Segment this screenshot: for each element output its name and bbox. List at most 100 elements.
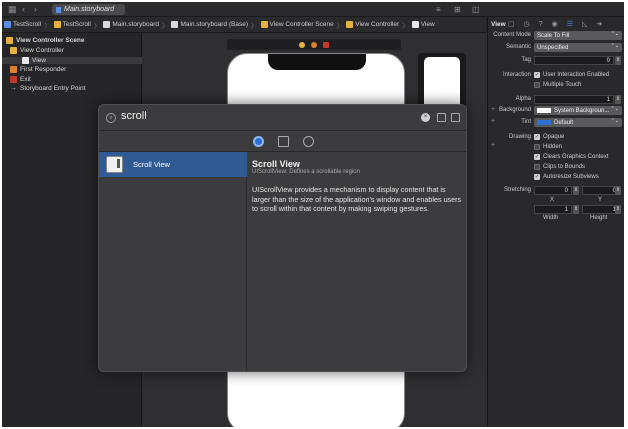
stretch-width-stepper[interactable]: ⇕ — [573, 205, 579, 214]
attributes-inspector-icon[interactable]: ☰ — [567, 20, 573, 28]
clears-graphics-checkbox[interactable]: ✓ Clears Graphics Context — [534, 154, 608, 160]
connections-inspector-icon[interactable]: ➜ — [596, 20, 602, 28]
objects-library-icon[interactable] — [253, 135, 264, 147]
exit-dock-icon[interactable] — [323, 41, 329, 48]
breadcrumb-label: View — [420, 21, 435, 28]
forward-icon[interactable]: › — [34, 4, 37, 14]
autoresize-checkbox[interactable]: ✓ Autoresize Subviews — [534, 174, 599, 180]
checkbox-icon: ✓ — [534, 134, 540, 140]
chevron-updown-icon: ⌃⌄ — [610, 43, 619, 49]
checkbox-icon: ✓ — [534, 154, 540, 160]
add-background-variation-icon[interactable]: + — [491, 106, 495, 113]
add-editor-icon[interactable]: ⊞ — [454, 5, 461, 14]
device-notch — [268, 54, 366, 70]
breadcrumb-label: TestScroll — [13, 21, 42, 28]
user-interaction-checkbox[interactable]: ✓ User Interaction Enabled — [534, 72, 609, 78]
color-swatch — [537, 120, 551, 125]
file-tab[interactable]: Main.storyboard — [52, 4, 125, 15]
alpha-field[interactable]: 1 — [534, 95, 614, 104]
stretch-height-stepper[interactable]: ⇕ — [615, 205, 621, 214]
breadcrumb-label: View Controller Scene — [269, 21, 334, 28]
breadcrumb-item[interactable]: View — [411, 21, 435, 28]
tint-popup[interactable]: Default ⌃⌄ — [534, 118, 622, 127]
add-tint-variation-icon[interactable]: + — [491, 118, 495, 125]
stretch-x-stepper[interactable]: ⇕ — [573, 186, 579, 195]
content-mode-label: Content Mode — [493, 32, 531, 38]
view-icon — [411, 21, 419, 28]
stretching-label: Stretching — [503, 187, 531, 193]
semantic-label: Semantic — [505, 44, 531, 50]
checkbox-icon — [534, 144, 540, 150]
breadcrumb-item[interactable]: TestScroll — [53, 21, 91, 28]
library-search-input[interactable]: scroll — [121, 110, 147, 122]
list-view-icon[interactable] — [451, 113, 460, 122]
breadcrumb-item[interactable]: Main.storyboard (Base) — [171, 21, 248, 28]
autoresize-checkbox-label: Autoresize Subviews — [543, 174, 599, 180]
file-inspector-icon[interactable]: ▢ — [508, 20, 515, 28]
outline-item-label: Storyboard Entry Point — [20, 85, 86, 92]
grid-icon[interactable]: ▦ — [8, 4, 17, 15]
library-item-scroll-view[interactable]: Scroll View — [99, 152, 247, 177]
history-inspector-icon[interactable]: ◷ — [524, 20, 530, 28]
multiple-touch-checkbox-label: Multiple Touch — [543, 82, 582, 88]
breadcrumb-label: Main.storyboard — [112, 21, 159, 28]
tag-label: Tag — [521, 57, 531, 63]
color-library-icon[interactable] — [303, 135, 314, 147]
help-inspector-icon[interactable]: ? — [539, 21, 543, 28]
split-editor-icon[interactable]: ◫ — [472, 5, 480, 14]
checkbox-icon: ✓ — [534, 72, 540, 78]
add-drawing-variation-icon[interactable]: + — [491, 142, 495, 149]
size-inspector-icon[interactable]: ◺ — [582, 20, 587, 28]
scene-icon — [260, 21, 268, 28]
breadcrumb-item[interactable]: View Controller — [346, 21, 399, 28]
outline-item[interactable]: View — [2, 56, 142, 64]
breadcrumb-item[interactable]: View Controller Scene — [260, 21, 334, 28]
library-detail-pane: Scroll View UIScrollView: Defines a scro… — [247, 152, 466, 371]
breadcrumb-item[interactable]: Main.storyboard — [103, 21, 159, 28]
outline-item-label: Exit — [20, 75, 31, 83]
stretch-y-stepper[interactable]: ⇕ — [615, 186, 621, 195]
hidden-checkbox-label: Hidden — [543, 144, 563, 150]
clear-search-icon[interactable]: × — [421, 113, 430, 122]
stretch-x-field[interactable]: 0 — [534, 186, 572, 195]
outline-item[interactable]: → Storyboard Entry Point — [10, 85, 85, 92]
stretch-x-label: X — [550, 197, 555, 203]
chevron-updown-icon: ⌃⌄ — [610, 106, 619, 112]
background-popup-value: System Backgroun... — [554, 107, 610, 114]
grid-view-icon[interactable] — [437, 113, 446, 122]
storyboard-icon — [103, 21, 111, 28]
stretch-width-field[interactable]: 1 — [534, 205, 572, 214]
multiple-touch-checkbox[interactable]: Multiple Touch — [534, 82, 581, 88]
content-mode-popup[interactable]: Scale To Fill ⌃⌄ — [534, 31, 622, 40]
outline-item[interactable]: Exit — [10, 75, 31, 83]
breadcrumb-item[interactable]: TestScroll — [4, 21, 41, 28]
identity-inspector-icon[interactable]: ◉ — [552, 20, 558, 28]
detail-title: Scroll View — [252, 159, 300, 169]
alpha-stepper[interactable]: ⇕ — [615, 95, 621, 104]
outline-item[interactable]: First Responder — [10, 66, 66, 73]
chevron-right-icon: 〉 — [161, 22, 169, 30]
breadcrumb-label: Main.storyboard (Base) — [180, 21, 249, 28]
opaque-checkbox[interactable]: ✓ Opaque — [534, 134, 564, 140]
tag-field[interactable]: 0 — [534, 56, 614, 65]
project-icon — [4, 21, 11, 28]
tab-bar: ▦ ‹ › Main.storyboard ≡ ⊞ ◫ — [2, 2, 624, 17]
adjust-editor-icon[interactable]: ≡ — [436, 5, 441, 14]
drawing-label: Drawing — [508, 134, 531, 140]
outline-item[interactable]: View Controller — [10, 47, 64, 54]
first-responder-dock-icon[interactable] — [311, 41, 317, 48]
file-tab-label: Main.storyboard — [64, 6, 115, 13]
chevron-right-icon: 〉 — [402, 22, 409, 30]
background-popup[interactable]: System Backgroun... ⌃⌄ — [534, 106, 622, 115]
background-label: Background — [498, 107, 531, 113]
hidden-checkbox[interactable]: Hidden — [534, 144, 562, 150]
tag-stepper[interactable]: ⇕ — [615, 56, 621, 65]
view-controller-dock-icon[interactable] — [299, 41, 305, 48]
back-icon[interactable]: ‹ — [22, 4, 25, 14]
semantic-popup[interactable]: Unspecified ⌃⌄ — [534, 43, 622, 52]
checkbox-icon: ✓ — [534, 174, 540, 180]
clips-to-bounds-checkbox[interactable]: Clips to Bounds — [534, 164, 585, 170]
outline-scene-title[interactable]: View Controller Scene — [6, 37, 85, 44]
library-category-bar — [99, 131, 466, 152]
media-library-icon[interactable] — [278, 135, 289, 147]
